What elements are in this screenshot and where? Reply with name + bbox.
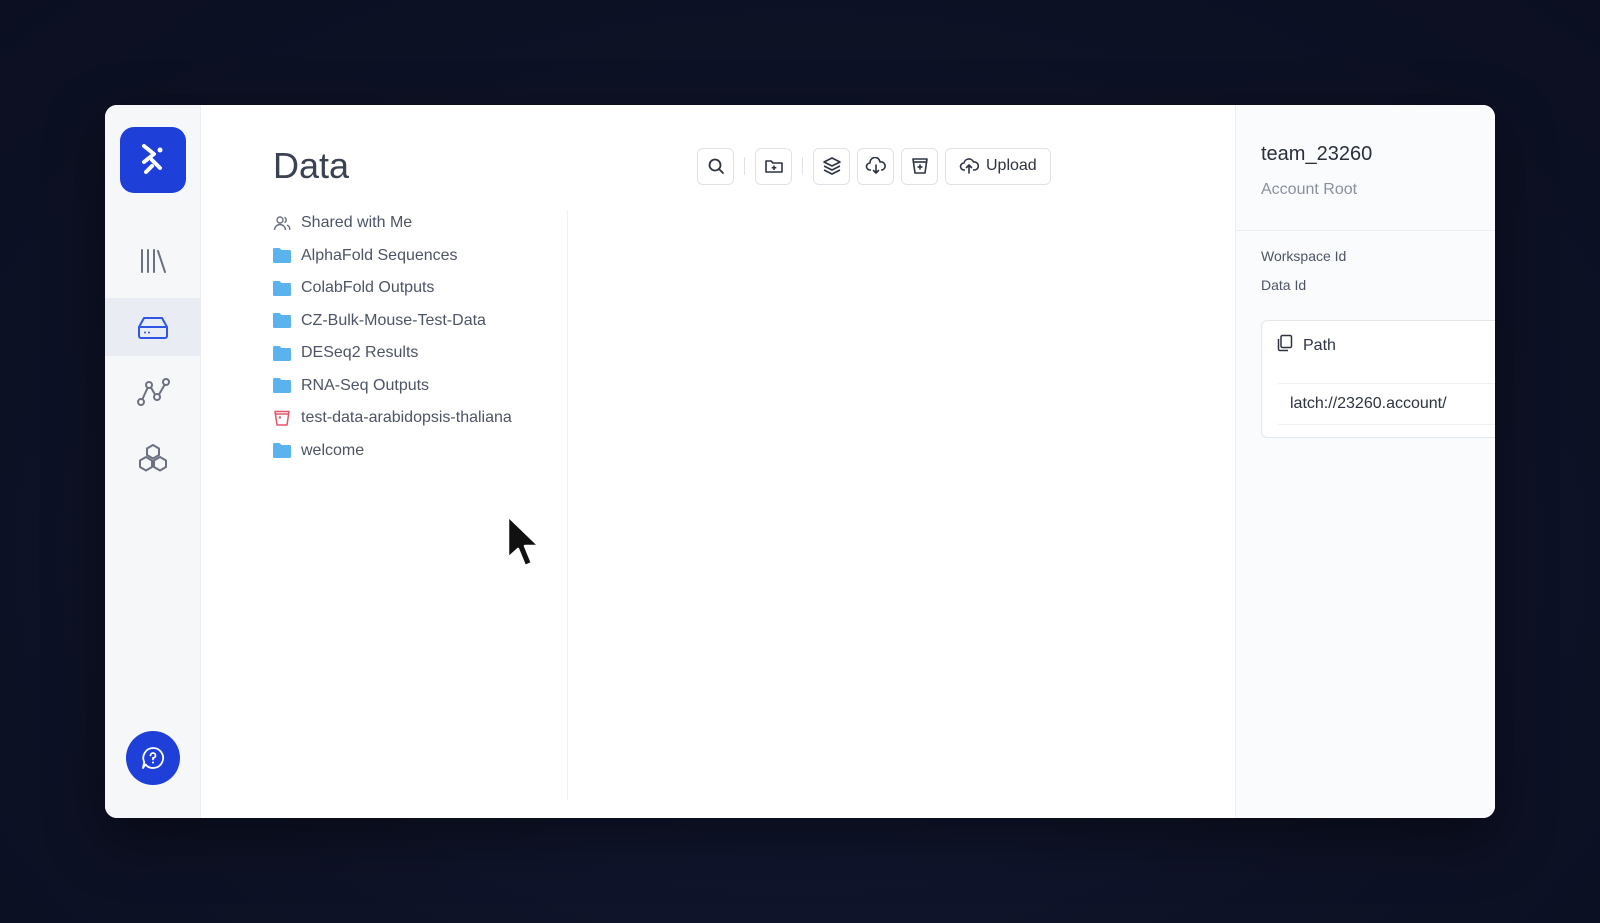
logo-button[interactable] — [120, 127, 186, 193]
cloud-sync-icon — [865, 157, 886, 174]
folder-icon — [273, 312, 291, 330]
upload-cloud-icon — [959, 158, 979, 174]
tree-item-folder[interactable]: CZ-Bulk-Mouse-Test-Data — [273, 305, 563, 338]
app-window: Data Upload Shared with Me AlphaFold Seq… — [105, 105, 1495, 818]
library-icon — [141, 249, 166, 273]
nav-workflows[interactable] — [105, 363, 201, 421]
layers-button[interactable] — [813, 147, 850, 185]
tree-item-label: ColabFold Outputs — [301, 279, 435, 297]
field-key: Workspace Id — [1261, 248, 1347, 264]
toolbar-separator — [802, 157, 803, 175]
users-icon — [273, 214, 291, 232]
latch-logo-icon — [142, 144, 163, 174]
workspace-id-row: Workspace Id 23260 — [1261, 248, 1495, 264]
bucket-add-icon — [911, 158, 928, 174]
path-header: Path — [1276, 334, 1336, 357]
mouse-cursor-icon — [506, 514, 541, 568]
upload-button[interactable]: Upload — [945, 147, 1051, 185]
details-panel: team_23260 Account Root Workspace Id 232… — [1235, 105, 1495, 818]
help-chat-icon — [142, 747, 164, 769]
tree-item-label: test-data-arabidopsis-thaliana — [301, 409, 512, 427]
tree-item-folder[interactable]: DESeq2 Results — [273, 337, 563, 370]
layers-icon — [822, 157, 841, 175]
field-key: Data Id — [1261, 277, 1307, 293]
tree-item-folder[interactable]: RNA-Seq Outputs — [273, 370, 563, 403]
add-bucket-button[interactable] — [901, 147, 938, 185]
search-button[interactable] — [697, 147, 734, 185]
path-label: Path — [1303, 336, 1336, 354]
toolbar-separator — [744, 157, 745, 175]
column-divider[interactable] — [567, 210, 568, 800]
folder-icon — [273, 344, 291, 362]
tree-item-shared[interactable]: Shared with Me — [273, 207, 563, 240]
toolbar: Upload — [697, 147, 1051, 185]
tree-item-label: welcome — [301, 441, 365, 459]
folder-icon — [273, 247, 291, 265]
workflow-graph-icon — [137, 378, 170, 406]
path-card: Path latch://23260.account/ — [1261, 320, 1495, 438]
folder-icon — [273, 442, 291, 460]
copy-icon[interactable] — [1276, 334, 1294, 357]
tree-item-label: DESeq2 Results — [301, 344, 419, 362]
new-folder-button[interactable] — [755, 147, 792, 185]
tree-item-label: Shared with Me — [301, 214, 413, 232]
tree-item-label: AlphaFold Sequences — [301, 246, 458, 264]
cloud-sync-button[interactable] — [857, 147, 894, 185]
new-folder-icon — [764, 160, 783, 173]
workspace-name: team_23260 — [1261, 143, 1373, 165]
data-id-row: Data Id 28436321 — [1261, 277, 1495, 293]
tree-item-bucket[interactable]: test-data-arabidopsis-thaliana — [273, 402, 563, 435]
path-value[interactable]: latch://23260.account/ — [1276, 383, 1495, 425]
tree-item-folder[interactable]: AlphaFold Sequences — [273, 240, 563, 273]
folder-icon — [273, 377, 291, 395]
help-button[interactable] — [126, 731, 180, 785]
divider — [1236, 230, 1495, 231]
nav-registry[interactable] — [105, 429, 201, 487]
tree-item-folder[interactable]: ColabFold Outputs — [273, 272, 563, 305]
data-panel: Data Upload Shared with Me AlphaFold Seq… — [201, 105, 1235, 818]
bucket-icon — [273, 409, 291, 427]
nav-data[interactable] — [105, 298, 201, 356]
drive-icon — [138, 317, 168, 339]
tree-item-label: RNA-Seq Outputs — [301, 376, 430, 394]
search-icon — [708, 158, 724, 174]
nav-library[interactable] — [105, 232, 201, 290]
registry-hexagons-icon — [139, 444, 167, 472]
tree-item-label: CZ-Bulk-Mouse-Test-Data — [301, 311, 486, 329]
page-title: Data — [273, 145, 350, 186]
data-tree: Shared with Me AlphaFold Sequences Colab… — [273, 207, 563, 467]
nav-rail — [105, 105, 201, 818]
upload-label: Upload — [986, 157, 1037, 174]
tree-item-folder[interactable]: welcome — [273, 435, 563, 468]
workspace-subtitle: Account Root — [1261, 181, 1358, 198]
folder-icon — [273, 279, 291, 297]
